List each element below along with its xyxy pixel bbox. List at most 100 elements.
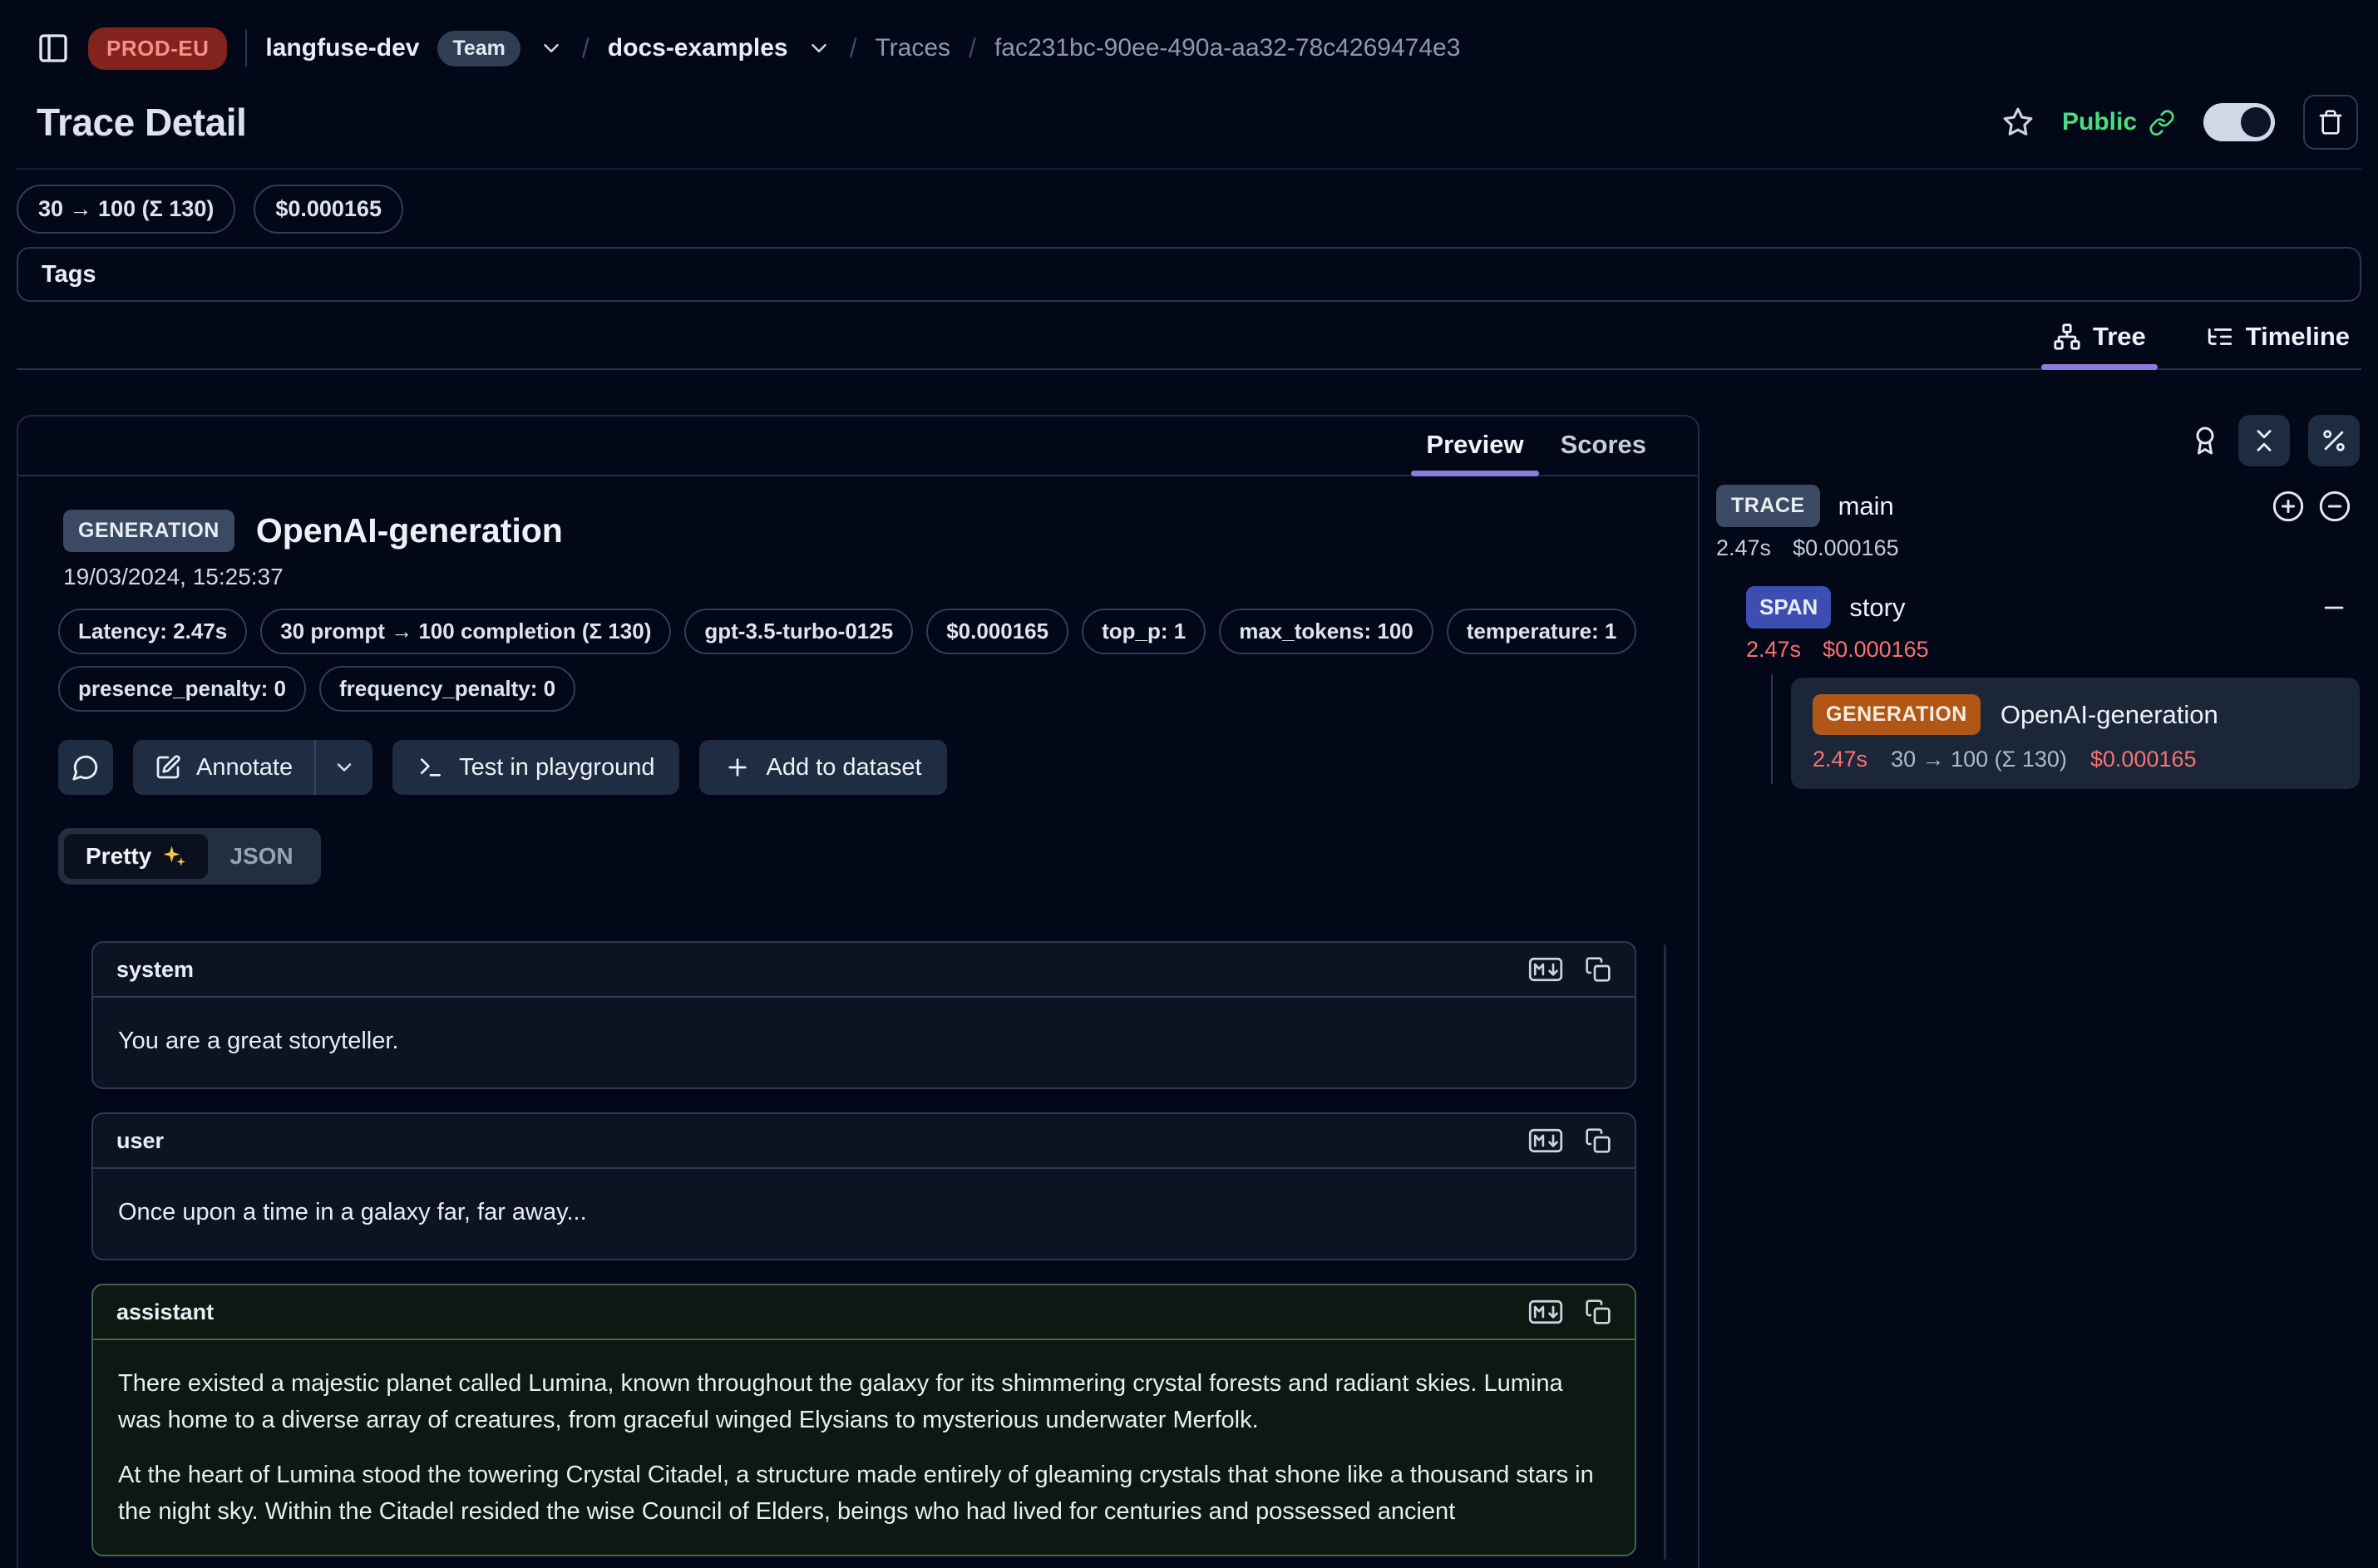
delete-trace-button[interactable] [2303,95,2358,150]
observation-badges-row2: presence_penalty: 0 frequency_penalty: 0 [42,666,1675,712]
test-in-playground-button[interactable]: Test in playground [392,740,679,795]
observation-type-badge: GENERATION [63,510,234,552]
token-usage-badge: 30 prompt → 100 completion (Σ 130) [260,609,671,654]
toggle-knob [2241,107,2271,137]
message-header: assistant [93,1285,1635,1340]
tree-node-generation-wrap: GENERATION OpenAI-generation 2.47s 30 → … [1771,678,2360,789]
breadcrumb-divider [245,29,247,67]
message-header: user [93,1114,1635,1169]
observation-body: GENERATION OpenAI-generation 19/03/2024,… [18,476,1698,1568]
format-toggle: Pretty JSON [58,828,321,885]
format-json-button[interactable]: JSON [208,834,314,879]
breadcrumb-traces[interactable]: Traces [875,34,950,62]
trace-tree-panel: TRACE main 2.47s $0.000165 SPAN story [1716,415,2361,789]
presence-penalty-badge: presence_penalty: 0 [58,666,306,712]
breadcrumb-org[interactable]: langfuse-dev [265,34,419,62]
environment-badge[interactable]: PROD-EU [88,27,227,70]
observation-panel: Preview Scores GENERATION OpenAI-generat… [17,415,1700,1568]
annotate-split-button: Annotate [133,740,372,795]
tags-box[interactable]: Tags [17,247,2361,302]
markdown-toggle-icon[interactable] [1528,1299,1563,1325]
tree-node-generation-selected[interactable]: GENERATION OpenAI-generation 2.47s 30 → … [1791,678,2360,789]
max-tokens-badge: max_tokens: 100 [1219,609,1433,654]
generation-row: GENERATION OpenAI-generation [1813,694,2338,735]
message-assistant: assistant There existed [91,1284,1636,1556]
public-toggle[interactable] [2203,103,2275,141]
markdown-toggle-icon[interactable] [1528,1127,1563,1154]
annotate-button[interactable]: Annotate [133,740,314,795]
show-metrics-button[interactable] [2308,415,2360,466]
project-chevron-down-icon[interactable] [807,36,831,61]
add-to-dataset-button[interactable]: Add to dataset [699,740,946,795]
public-link[interactable]: Public [2062,108,2175,136]
tab-preview[interactable]: Preview [1408,417,1542,475]
copy-icon[interactable] [1585,1299,1611,1325]
span-row[interactable]: SPAN story [1746,586,2360,629]
message-content: There existed a majestic planet called L… [93,1340,1635,1555]
trace-latency: 2.47s [1716,535,1771,561]
award-icon[interactable] [2190,426,2220,456]
star-icon[interactable] [2002,106,2034,138]
header-divider [17,168,2361,170]
header-row: Trace Detail Public [17,95,2361,150]
message-system: system You are a great storyteller. [91,941,1636,1089]
chevron-down-icon [333,756,356,779]
assistant-paragraph: There existed a majestic planet called L… [118,1365,1610,1438]
timeline-icon [2206,323,2234,351]
annotate-dropdown-button[interactable] [316,740,372,795]
sparkles-icon [161,844,186,869]
tree-node-trace[interactable]: TRACE main [1716,485,2360,527]
main-area: Preview Scores GENERATION OpenAI-generat… [17,415,2361,1568]
frequency-penalty-badge: frequency_penalty: 0 [319,666,575,712]
cost-badge: $0.000165 [926,609,1068,654]
collapse-node-icon[interactable] [2320,594,2360,622]
tree-toolbar [1716,415,2360,466]
span-latency: 2.47s [1746,637,1801,663]
breadcrumb-project[interactable]: docs-examples [608,34,788,62]
trace-cost: $0.000165 [1793,535,1899,561]
generation-latency: 2.47s [1813,747,1867,772]
circle-plus-icon[interactable] [2272,490,2305,523]
message-role: assistant [116,1299,214,1325]
model-badge: gpt-3.5-turbo-0125 [684,609,913,654]
org-role-badge: Team [437,31,520,67]
latency-badge: Latency: 2.47s [58,609,247,654]
breadcrumb: PROD-EU langfuse-dev Team / docs-example… [17,22,2361,75]
assistant-paragraph: At the heart of Lumina stood the towerin… [118,1457,1610,1530]
dataset-label: Add to dataset [766,754,921,782]
message-tools [1528,1299,1611,1325]
copy-icon[interactable] [1585,956,1611,983]
link-icon [2149,109,2175,136]
terminal-icon [417,754,444,781]
tree-node-span: SPAN story 2.47s $0.000165 GENERATION [1746,586,2360,789]
plus-icon [724,754,751,781]
span-type-badge: SPAN [1746,586,1831,629]
collapse-all-button[interactable] [2238,415,2290,466]
markdown-toggle-icon[interactable] [1528,956,1563,983]
copy-icon[interactable] [1585,1127,1611,1154]
comment-icon [72,753,100,782]
span-name: story [1849,593,1905,623]
observation-badges-row1: Latency: 2.47s 30 prompt → 100 completio… [42,609,1675,654]
span-metrics: 2.47s $0.000165 [1746,637,2360,663]
comment-button[interactable] [58,740,113,795]
breadcrumb-separator: / [969,33,976,64]
tab-tree[interactable]: Tree [2041,322,2158,368]
token-usage-badge: 30 → 100 (Σ 130) [17,185,235,234]
cost-badge: $0.000165 [254,185,403,234]
sidebar-toggle-icon[interactable] [37,32,70,65]
org-chevron-down-icon[interactable] [539,36,564,61]
tab-scores[interactable]: Scores [1542,417,1665,475]
breadcrumb-trace-id[interactable]: fac231bc-90ee-490a-aa32-78c4269474e3 [994,34,1460,62]
tab-timeline-label: Timeline [2246,322,2350,352]
circle-minus-icon[interactable] [2318,490,2351,523]
message-user: user Once upon a time in a galaxy far, [91,1112,1636,1260]
tab-timeline[interactable]: Timeline [2194,322,2361,368]
message-role: user [116,1128,164,1154]
pretty-label: Pretty [86,843,151,870]
message-content: You are a great storyteller. [93,998,1635,1087]
messages-list: system You are a great storyteller. [91,941,1636,1556]
format-pretty-button[interactable]: Pretty [64,834,208,879]
observation-title: OpenAI-generation [256,511,563,550]
annotate-pen-icon [155,754,181,781]
